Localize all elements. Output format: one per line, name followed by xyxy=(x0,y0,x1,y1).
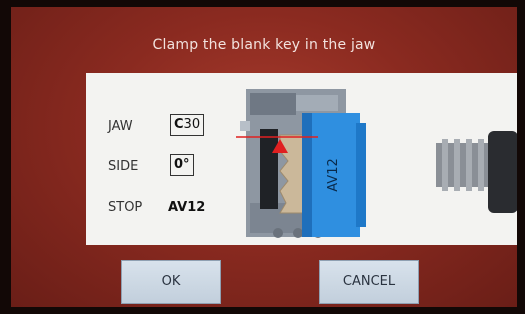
jaw-code-number: 30 xyxy=(183,117,201,132)
clamp-panel: JAW C30 SIDE 0° STOP AV12 AV12 xyxy=(86,73,517,245)
side-value-box: 0° xyxy=(170,154,194,176)
side-label: SIDE xyxy=(108,159,139,174)
instruction-title: Clamp the blank key in the jaw xyxy=(152,37,376,53)
motor-housing xyxy=(488,131,517,213)
ok-button[interactable]: OK xyxy=(121,260,221,304)
jaw-code-prefix: C xyxy=(174,117,184,132)
cancel-button[interactable]: CANCEL xyxy=(319,260,419,304)
stop-value: AV12 xyxy=(168,200,206,215)
clamp-label: AV12 xyxy=(326,158,341,192)
jaw-code-box: C30 xyxy=(170,114,205,136)
stop-label: STOP xyxy=(108,200,143,215)
touch-screen: Clamp the blank key in the jaw JAW C30 S… xyxy=(11,7,517,307)
jaw-label: JAW xyxy=(108,119,133,134)
key-clamp-illustration: AV12 xyxy=(236,89,517,238)
